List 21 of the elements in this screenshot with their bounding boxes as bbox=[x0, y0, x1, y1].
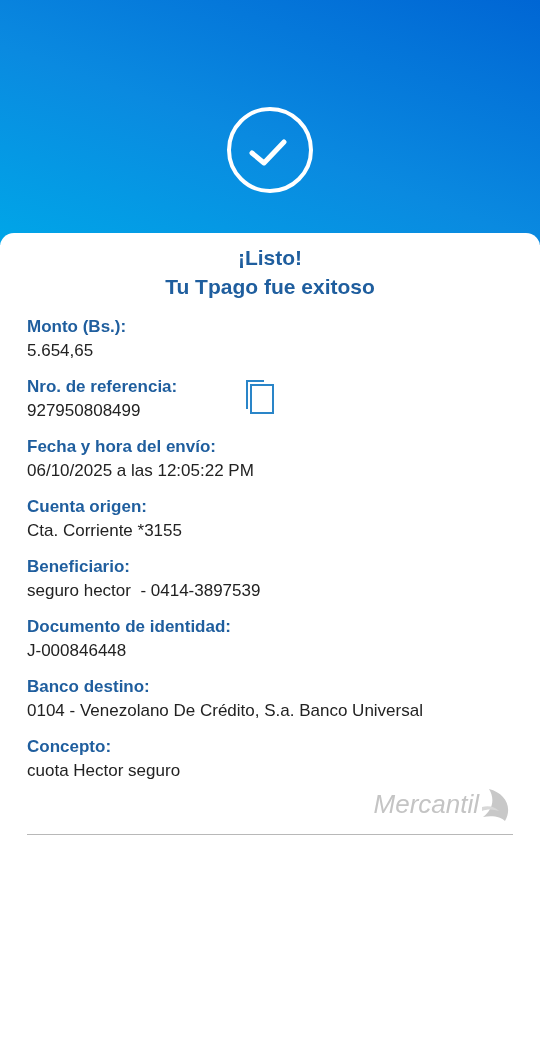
field-value: seguro hector - 0414-3897539 bbox=[27, 580, 261, 602]
field-value: 5.654,65 bbox=[27, 340, 94, 362]
success-subtitle: Tu Tpago fue exitoso bbox=[165, 274, 375, 300]
field-label: Fecha y hora del envío: bbox=[27, 436, 216, 458]
field-label: Monto (Bs.): bbox=[27, 316, 127, 338]
field-label: Beneficiario: bbox=[27, 556, 130, 578]
field-value: Cta. Corriente *3155 bbox=[27, 520, 182, 542]
brand-logo-text: Mercantil bbox=[373, 788, 479, 821]
success-check-icon bbox=[226, 106, 314, 194]
success-title: ¡Listo! bbox=[237, 245, 303, 271]
field-label: Banco destino: bbox=[27, 676, 150, 698]
field-value: 0104 - Venezolano De Crédito, S.a. Banco Universal bbox=[27, 700, 423, 722]
field-label: Nro. de referencia: bbox=[27, 376, 178, 398]
field-value: J-000846448 bbox=[27, 640, 127, 662]
copy-icon[interactable] bbox=[245, 379, 275, 415]
field-label: Cuenta origen: bbox=[27, 496, 147, 518]
field-label: Concepto: bbox=[27, 736, 112, 758]
field-value: 06/10/2025 a las 12:05:22 PM bbox=[27, 460, 254, 482]
field-value: cuota Hector seguro bbox=[27, 760, 181, 782]
field-value: 927950808499 bbox=[27, 400, 141, 422]
field-label: Documento de identidad: bbox=[27, 616, 231, 638]
